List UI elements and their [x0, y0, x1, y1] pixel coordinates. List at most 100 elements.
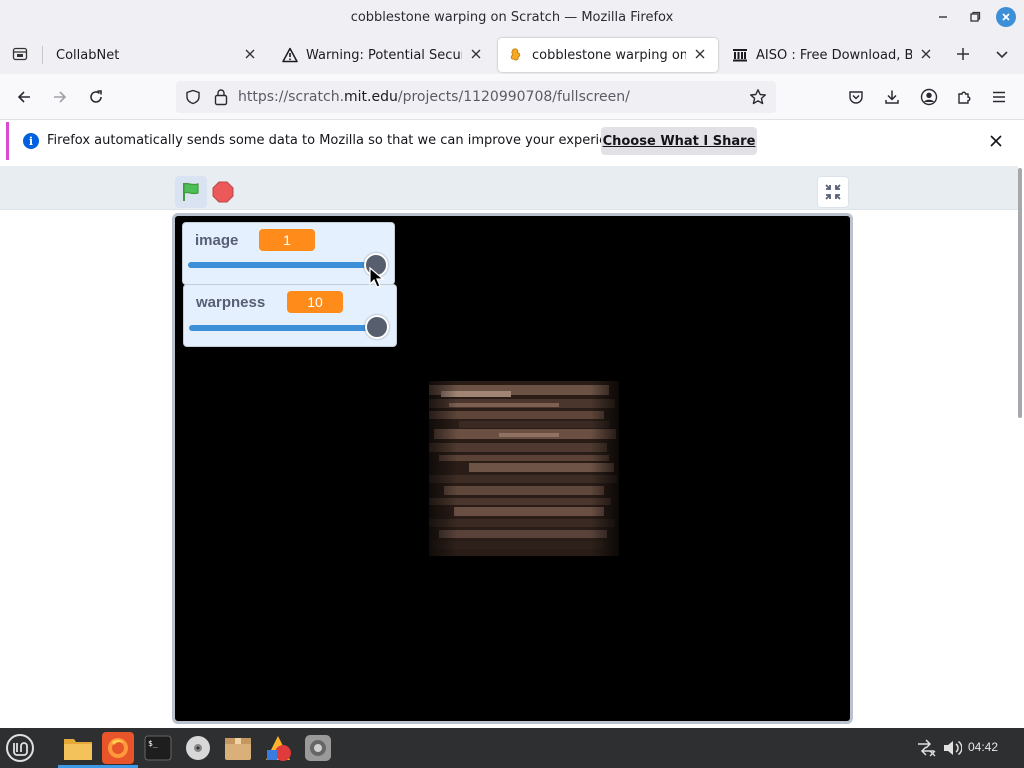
- tracking-protection-icon[interactable]: [185, 89, 201, 109]
- package-icon: [225, 738, 251, 760]
- firefox-view-icon: [12, 47, 28, 61]
- taskbar-terminal[interactable]: $_: [142, 732, 174, 764]
- tab-label: AISO : Free Download, Borr: [756, 47, 912, 63]
- mint-menu-button[interactable]: [4, 732, 36, 764]
- camera-icon: [305, 735, 331, 761]
- url-domain: mit.edu: [344, 89, 398, 105]
- disc-icon: [186, 736, 210, 760]
- extensions-button[interactable]: [951, 84, 977, 110]
- scratch-icon: [508, 47, 524, 63]
- navigation-bar: https://scratch.mit.edu/projects/1120990…: [0, 74, 1024, 120]
- tab-label: Warning: Potential Security: [306, 47, 462, 63]
- firefox-view-button[interactable]: [8, 42, 32, 66]
- terminal-icon: $_: [144, 735, 172, 761]
- green-flag-icon: [183, 182, 199, 201]
- url-prefix: https://scratch.: [238, 89, 345, 105]
- taskbar-files[interactable]: [58, 732, 98, 768]
- close-icon: [990, 135, 1002, 147]
- download-icon: [885, 90, 899, 104]
- close-icon: [1002, 13, 1010, 21]
- close-icon: [471, 49, 481, 58]
- monitor-label: warpness: [196, 294, 266, 311]
- data-collection-notification: i Firefox automatically sends some data …: [6, 122, 1020, 160]
- tab-collabnet[interactable]: CollabNet: [46, 38, 268, 72]
- window-titlebar: cobblestone warping on Scratch — Mozilla…: [0, 0, 1024, 34]
- exit-fullscreen-icon: [825, 184, 841, 200]
- warning-icon: [282, 47, 298, 63]
- window-title: cobblestone warping on Scratch — Mozilla…: [350, 9, 674, 25]
- monitor-slider-track[interactable]: [189, 325, 379, 331]
- window-controls: [932, 6, 1016, 28]
- tab-close-button[interactable]: [242, 48, 258, 63]
- close-window-button[interactable]: [996, 7, 1016, 27]
- minimize-icon: [939, 16, 947, 18]
- network-tray-icon[interactable]: [916, 728, 936, 768]
- minimize-button[interactable]: [932, 6, 954, 28]
- notification-text: Firefox automatically sends some data to…: [47, 133, 635, 148]
- tab-aiso-archive[interactable]: AISO : Free Download, Borr: [722, 38, 944, 72]
- taskbar-screenshot[interactable]: [302, 732, 334, 764]
- scratch-stage[interactable]: image 1 warpness 10: [172, 213, 853, 724]
- reload-icon: [90, 90, 102, 103]
- notification-button-label: Choose What I Share: [602, 133, 756, 149]
- firefox-icon: [108, 738, 128, 758]
- drawing-icon: [266, 736, 291, 761]
- variable-monitor-warpness: warpness 10: [183, 284, 397, 347]
- network-icon: [918, 739, 936, 757]
- app-menu-button[interactable]: [986, 84, 1012, 110]
- account-button[interactable]: [916, 84, 942, 110]
- monitor-label: image: [195, 232, 239, 249]
- reload-button[interactable]: [83, 84, 109, 110]
- exit-fullscreen-button[interactable]: [817, 176, 849, 208]
- tab-close-button[interactable]: [918, 48, 934, 63]
- linux-mint-icon: [6, 734, 34, 762]
- monitor-slider-track[interactable]: [188, 262, 378, 268]
- lock-icon[interactable]: [213, 88, 229, 110]
- back-button[interactable]: [11, 84, 37, 110]
- stop-button[interactable]: [212, 181, 234, 203]
- maximize-button[interactable]: [964, 6, 986, 28]
- url-bar[interactable]: https://scratch.mit.edu/projects/1120990…: [176, 81, 776, 113]
- forward-button[interactable]: [47, 84, 73, 110]
- tab-security-warning[interactable]: Warning: Potential Security: [272, 38, 494, 72]
- url-text[interactable]: https://scratch.mit.edu/projects/1120990…: [238, 89, 630, 105]
- tab-separator: [42, 46, 43, 64]
- pocket-button[interactable]: [843, 84, 869, 110]
- tab-label: CollabNet: [56, 47, 120, 63]
- arrow-left-icon: [17, 91, 30, 103]
- close-icon: [245, 49, 255, 58]
- tab-close-button[interactable]: [468, 48, 484, 63]
- close-icon: [695, 49, 705, 58]
- chevron-down-icon: [996, 51, 1008, 59]
- taskbar-media[interactable]: [182, 732, 214, 764]
- downloads-button[interactable]: [879, 84, 905, 110]
- volume-tray-icon[interactable]: [942, 728, 962, 768]
- taskbar: $_ 04:42: [0, 728, 1024, 768]
- archive-icon: [732, 47, 748, 63]
- monitor-slider-knob[interactable]: [365, 315, 389, 339]
- notification-close-button[interactable]: [986, 131, 1006, 151]
- taskbar-archive-manager[interactable]: [222, 732, 254, 764]
- stop-icon: [212, 181, 234, 203]
- clock[interactable]: 04:42: [968, 740, 998, 754]
- taskbar-firefox[interactable]: [98, 732, 138, 768]
- hamburger-menu-icon: [993, 91, 1005, 103]
- choose-what-i-share-button[interactable]: Choose What I Share: [601, 127, 757, 155]
- scratch-player-header: [0, 166, 1018, 210]
- tab-cobblestone-warping[interactable]: cobblestone warping on Scr: [498, 38, 718, 72]
- arrow-right-icon: [54, 91, 67, 103]
- new-tab-button[interactable]: [951, 42, 975, 66]
- taskbar-drawing[interactable]: [262, 732, 294, 764]
- green-flag-button[interactable]: [175, 176, 207, 208]
- bookmark-star-icon[interactable]: [749, 88, 767, 110]
- tab-close-button[interactable]: [692, 48, 708, 63]
- tab-bar: CollabNet Warning: Potential Security co…: [0, 34, 1024, 74]
- list-all-tabs-button[interactable]: [990, 42, 1014, 66]
- speaker-icon: [944, 740, 962, 756]
- monitor-value: 10: [287, 291, 343, 313]
- plus-icon: [957, 48, 969, 60]
- page-scrollbar[interactable]: [1018, 168, 1022, 418]
- puzzle-icon: [958, 91, 971, 104]
- account-icon: [920, 88, 938, 106]
- pocket-icon: [849, 91, 863, 104]
